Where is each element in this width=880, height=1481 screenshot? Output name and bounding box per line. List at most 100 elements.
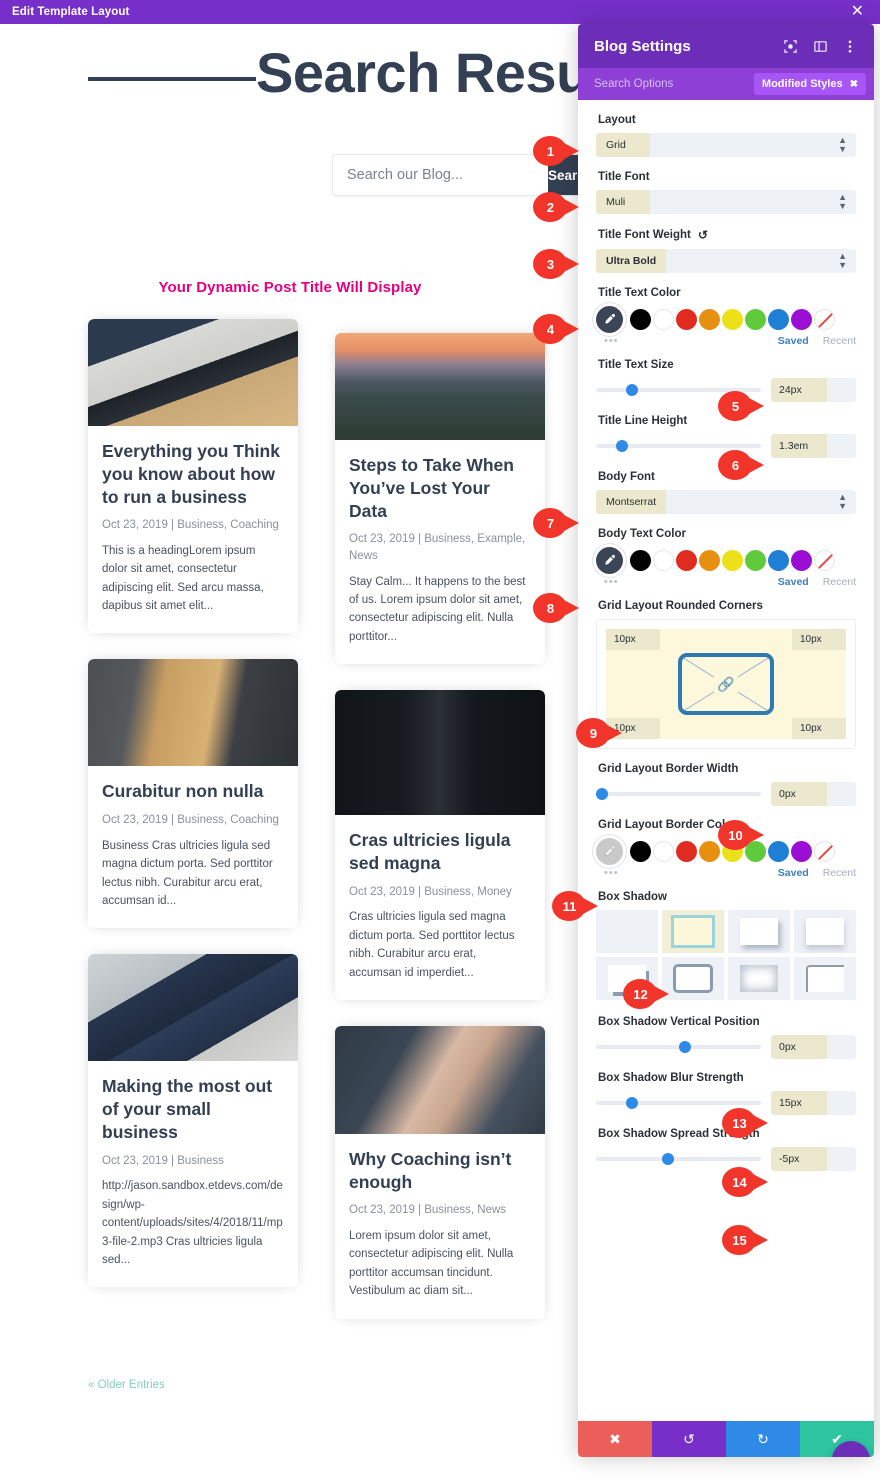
corner-bottom-right-value[interactable]: 10px bbox=[792, 718, 846, 739]
more-options-icon[interactable]: ••• bbox=[596, 867, 619, 879]
swatch-black[interactable] bbox=[630, 309, 651, 330]
recent-tab[interactable]: Recent bbox=[823, 335, 856, 347]
recent-tab[interactable]: Recent bbox=[823, 867, 856, 879]
body-font-select[interactable]: Montserrat ▲ ▼ bbox=[596, 490, 856, 514]
field-layout: Layout Grid ▲ ▼ bbox=[596, 114, 856, 157]
swatch-yellow[interactable] bbox=[722, 309, 743, 330]
blog-card[interactable]: Steps to Take When You’ve Lost Your Data… bbox=[335, 333, 545, 665]
swatch-orange[interactable] bbox=[699, 550, 720, 571]
eyedropper-icon[interactable] bbox=[596, 547, 623, 574]
undo-button[interactable]: ↺ bbox=[652, 1421, 726, 1457]
swatch-transparent[interactable] bbox=[814, 550, 835, 571]
title-font-select[interactable]: Muli ▲ ▼ bbox=[596, 190, 856, 214]
swatch-white[interactable] bbox=[653, 550, 674, 571]
swatch-transparent[interactable] bbox=[814, 841, 835, 862]
slider-thumb[interactable] bbox=[625, 384, 638, 396]
corner-top-right-value[interactable]: 10px bbox=[792, 629, 846, 650]
swatch-orange[interactable] bbox=[699, 841, 720, 862]
more-options-icon[interactable]: ••• bbox=[596, 576, 619, 588]
swatch-purple[interactable] bbox=[791, 550, 812, 571]
swatch-orange[interactable] bbox=[699, 309, 720, 330]
reset-icon[interactable]: ↺ bbox=[698, 228, 708, 242]
box-shadow-option-3[interactable] bbox=[794, 910, 856, 953]
post-title[interactable]: Everything you Think you know about how … bbox=[102, 440, 284, 508]
slider-thumb[interactable] bbox=[596, 788, 608, 800]
shadow-vertical-slider[interactable] bbox=[596, 1041, 761, 1053]
title-font-weight-select[interactable]: Ultra Bold ▲ ▼ bbox=[596, 249, 856, 273]
blog-card[interactable]: Curabitur non nulla Oct 23, 2019 | Busin… bbox=[88, 659, 298, 929]
swatch-transparent[interactable] bbox=[814, 309, 835, 330]
slider-thumb[interactable] bbox=[662, 1153, 674, 1165]
swatch-white[interactable] bbox=[653, 841, 674, 862]
layout-icon[interactable] bbox=[812, 38, 828, 54]
swatch-white[interactable] bbox=[653, 309, 674, 330]
saved-tab[interactable]: Saved bbox=[778, 576, 809, 588]
slider-thumb[interactable] bbox=[678, 1041, 691, 1053]
shadow-spread-slider[interactable] bbox=[596, 1153, 761, 1165]
post-title[interactable]: Making the most out of your small busine… bbox=[102, 1075, 284, 1143]
blog-card[interactable]: Why Coaching isn’t enough Oct 23, 2019 |… bbox=[335, 1025, 545, 1319]
border-width-row: 0px bbox=[596, 782, 856, 806]
modified-styles-badge[interactable]: Modified Styles ✖ bbox=[753, 73, 866, 95]
saved-tab[interactable]: Saved bbox=[778, 867, 809, 879]
box-shadow-option-6[interactable] bbox=[728, 957, 790, 1000]
saved-tab[interactable]: Saved bbox=[778, 335, 809, 347]
capture-icon[interactable] bbox=[782, 38, 798, 54]
swatch-purple[interactable] bbox=[791, 309, 812, 330]
link-icon[interactable]: 🔗 bbox=[714, 675, 738, 693]
swatch-purple[interactable] bbox=[791, 841, 812, 862]
shadow-vertical-input[interactable]: 0px bbox=[771, 1035, 856, 1059]
swatch-green[interactable] bbox=[745, 550, 766, 571]
more-vertical-icon[interactable] bbox=[842, 38, 858, 54]
modified-styles-close-icon[interactable]: ✖ bbox=[850, 79, 858, 90]
blog-card[interactable]: Making the most out of your small busine… bbox=[88, 954, 298, 1288]
swatch-blue[interactable] bbox=[768, 841, 789, 862]
swatch-black[interactable] bbox=[630, 841, 651, 862]
title-text-size-input[interactable]: 24px bbox=[771, 378, 856, 402]
swatch-black[interactable] bbox=[630, 550, 651, 571]
box-shadow-option-5[interactable] bbox=[662, 957, 724, 1000]
box-shadow-option-1[interactable] bbox=[662, 910, 724, 953]
title-line-height-input[interactable]: 1.3em bbox=[771, 434, 856, 458]
layout-select[interactable]: Grid ▲ ▼ bbox=[596, 133, 856, 157]
shadow-blur-input[interactable]: 15px bbox=[771, 1091, 856, 1115]
swatch-green[interactable] bbox=[745, 309, 766, 330]
more-options-icon[interactable]: ••• bbox=[596, 335, 619, 347]
border-width-input[interactable]: 0px bbox=[771, 782, 856, 806]
shadow-spread-input[interactable]: -5px bbox=[771, 1147, 856, 1171]
border-width-slider[interactable] bbox=[596, 788, 761, 800]
recent-tab[interactable]: Recent bbox=[823, 576, 856, 588]
swatch-yellow[interactable] bbox=[722, 550, 743, 571]
corner-top-left-value[interactable]: 10px bbox=[606, 629, 660, 650]
pin-tip bbox=[564, 256, 579, 272]
slider-thumb[interactable] bbox=[625, 1097, 638, 1109]
box-shadow-option-7[interactable] bbox=[794, 957, 856, 1000]
older-entries-link[interactable]: « Older Entries bbox=[88, 1379, 165, 1391]
swatch-red[interactable] bbox=[676, 841, 697, 862]
blog-card[interactable]: Everything you Think you know about how … bbox=[88, 319, 298, 634]
close-icon[interactable]: ✕ bbox=[847, 4, 868, 20]
blog-column-left: Everything you Think you know about how … bbox=[88, 319, 298, 1313]
post-title[interactable]: Why Coaching isn’t enough bbox=[349, 1148, 531, 1194]
search-options-input[interactable]: Search Options bbox=[594, 78, 673, 90]
swatch-blue[interactable] bbox=[768, 550, 789, 571]
post-title[interactable]: Curabitur non nulla bbox=[102, 780, 284, 803]
post-title[interactable]: Cras ultricies ligula sed magna bbox=[349, 829, 531, 875]
field-shadow-vertical: Box Shadow Vertical Position 0px bbox=[596, 1016, 856, 1059]
slider-thumb[interactable] bbox=[615, 440, 628, 452]
redo-button[interactable]: ↻ bbox=[726, 1421, 800, 1457]
swatch-red[interactable] bbox=[676, 550, 697, 571]
eyedropper-icon[interactable] bbox=[596, 306, 623, 333]
shadow-blur-slider[interactable] bbox=[596, 1097, 761, 1109]
swatch-blue[interactable] bbox=[768, 309, 789, 330]
blog-card[interactable]: Cras ultricies ligula sed magna Oct 23, … bbox=[335, 690, 545, 1000]
post-title[interactable]: Steps to Take When You’ve Lost Your Data bbox=[349, 454, 531, 522]
corner-preview-shape: 🔗 bbox=[678, 653, 774, 715]
box-shadow-option-none[interactable] bbox=[596, 910, 658, 953]
box-shadow-option-2[interactable] bbox=[728, 910, 790, 953]
title-line-height-slider[interactable] bbox=[596, 440, 761, 452]
search-input[interactable] bbox=[333, 155, 548, 195]
cancel-button[interactable]: ✖ bbox=[578, 1421, 652, 1457]
swatch-red[interactable] bbox=[676, 309, 697, 330]
eyedropper-icon[interactable] bbox=[596, 838, 623, 865]
